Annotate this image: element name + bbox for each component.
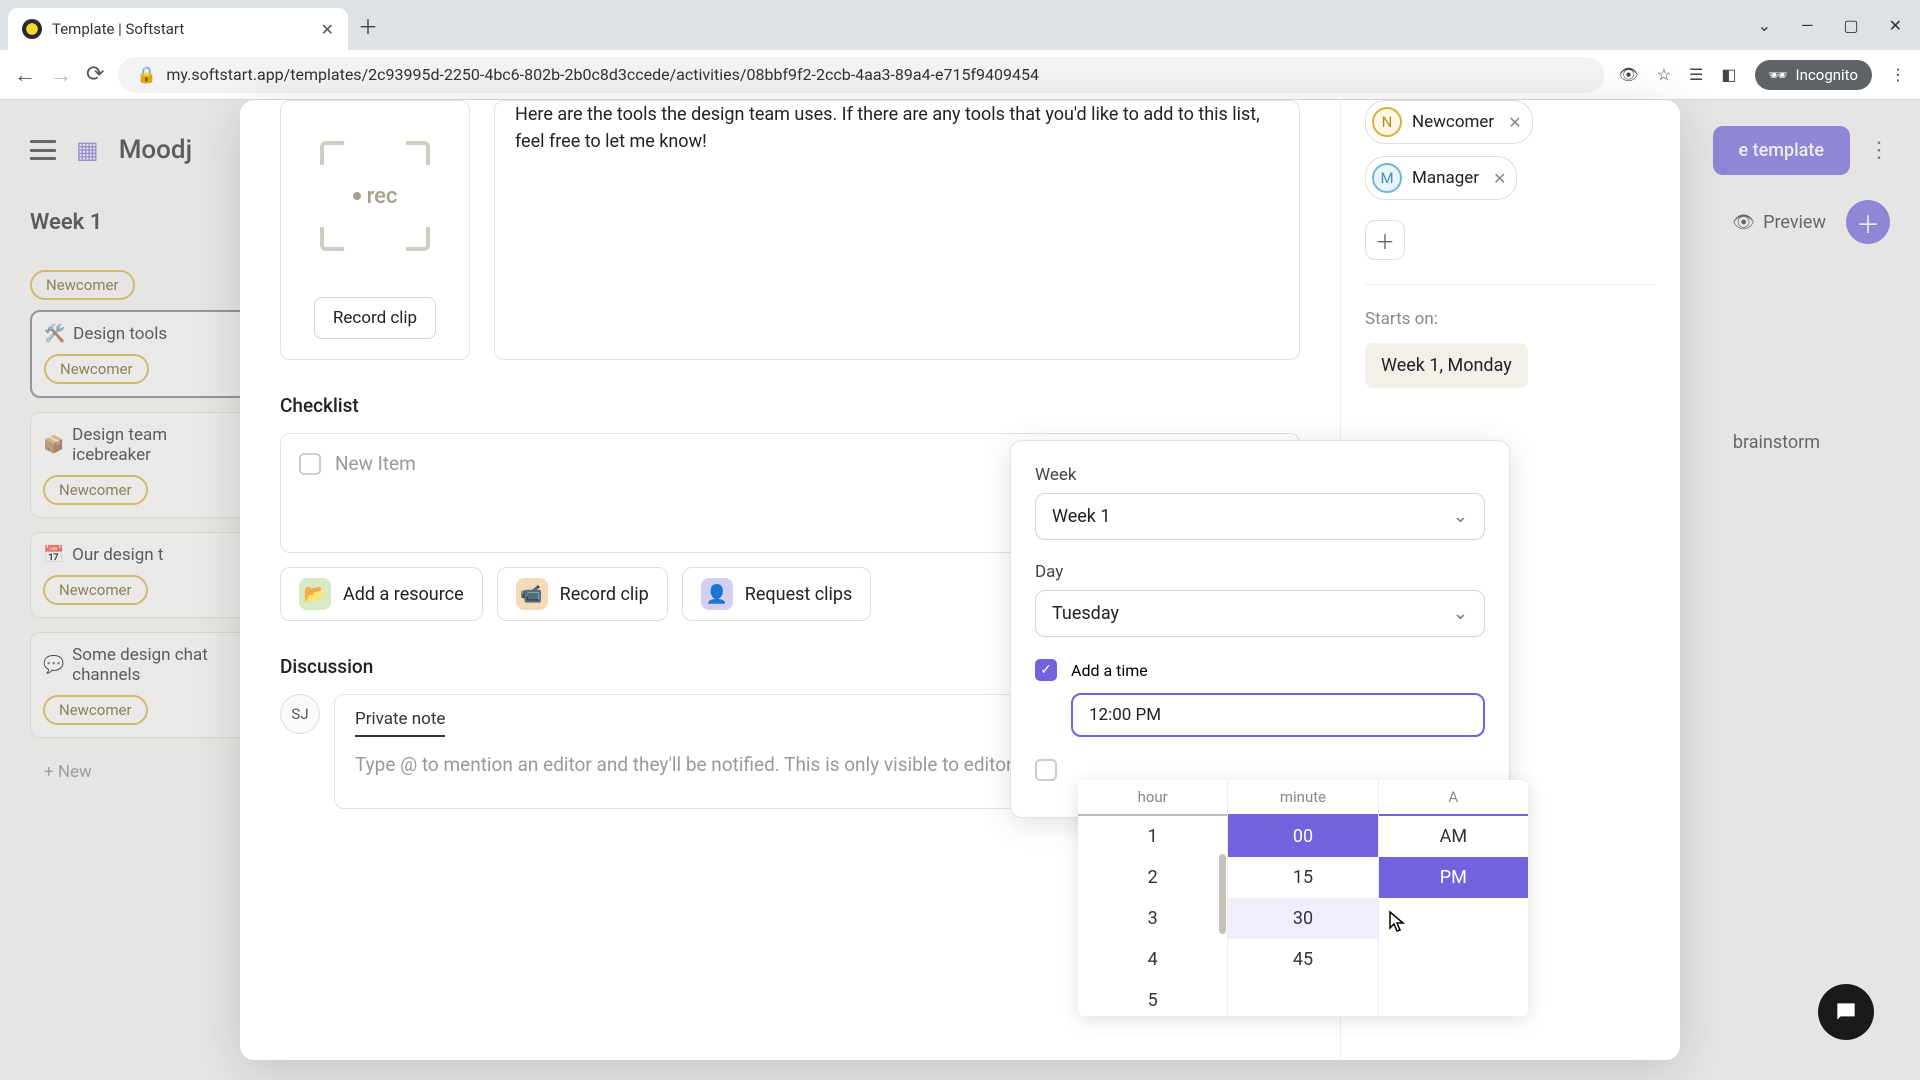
eye-off-icon[interactable]: 👁 — [1618, 65, 1638, 84]
minute-column: minute 00 15 30 45 — [1228, 780, 1378, 1016]
tab-title: Template | Softstart — [52, 20, 311, 38]
incognito-badge[interactable]: 🕶 Incognito — [1755, 60, 1873, 90]
add-role-button[interactable]: ＋ — [1365, 220, 1405, 260]
chevron-down-icon: ⌄ — [1453, 603, 1468, 624]
cursor-icon — [1388, 910, 1408, 934]
description-field[interactable]: Here are the tools the design team uses.… — [494, 100, 1300, 360]
person-icon: 👤 — [701, 578, 733, 610]
hour-option[interactable]: 1 — [1078, 816, 1227, 857]
window-controls: ⌄ ― ▢ ✕ — [1758, 16, 1912, 35]
hour-option[interactable]: 2 — [1078, 857, 1227, 898]
remove-role-icon[interactable]: ✕ — [1508, 113, 1521, 132]
browser-tab[interactable]: Template | Softstart ✕ — [8, 8, 348, 50]
new-item-placeholder[interactable]: New Item — [335, 452, 416, 475]
request-clips-button[interactable]: 👤 Request clips — [682, 567, 872, 621]
avatar: SJ — [280, 694, 320, 734]
ampm-option[interactable]: PM — [1379, 857, 1528, 898]
add-time-row[interactable]: ✓ Add a time — [1035, 659, 1485, 681]
url-bar[interactable]: 🔒 my.softstart.app/templates/2c93995d-22… — [118, 57, 1604, 93]
hour-header: hour — [1078, 780, 1227, 816]
private-note-tab[interactable]: Private note — [355, 709, 445, 737]
role-chip-manager[interactable]: M Manager ✕ — [1365, 156, 1517, 200]
minute-header: minute — [1228, 780, 1377, 816]
browser-toolbar: ← → ⟳ 🔒 my.softstart.app/templates/2c939… — [0, 50, 1920, 100]
hour-option[interactable]: 4 — [1078, 939, 1227, 980]
star-icon[interactable]: ☆ — [1657, 65, 1671, 84]
minute-list[interactable]: 00 15 30 45 — [1228, 816, 1377, 980]
add-time-label: Add a time — [1071, 661, 1148, 680]
maximize-icon[interactable]: ▢ — [1843, 16, 1858, 35]
ampm-option[interactable]: AM — [1379, 816, 1528, 857]
minimize-icon[interactable]: ― — [1801, 16, 1814, 35]
starts-on-label: Starts on: — [1365, 309, 1656, 329]
video-icon: 📹 — [516, 578, 548, 610]
second-check-row[interactable] — [1035, 759, 1485, 781]
forward-button: → — [50, 62, 72, 88]
week-label: Week — [1035, 465, 1485, 485]
hour-option[interactable]: 5 — [1078, 980, 1227, 1016]
browser-menu-icon[interactable]: ⋮ — [1890, 65, 1906, 84]
add-resource-button[interactable]: 📂 Add a resource — [280, 567, 483, 621]
chevron-down-icon[interactable]: ⌄ — [1758, 16, 1771, 35]
hour-column: hour 1 2 3 4 5 — [1078, 780, 1228, 1016]
incognito-icon: 🕶 — [1769, 66, 1788, 84]
scrollbar-thumb[interactable] — [1219, 854, 1226, 934]
ampm-header: A — [1379, 780, 1528, 816]
starts-on-value[interactable]: Week 1, Monday — [1365, 343, 1528, 388]
ampm-column: A AM PM — [1379, 780, 1528, 1016]
record-box: rec Record clip — [280, 100, 470, 360]
ampm-list[interactable]: AM PM — [1379, 816, 1528, 898]
toolbar-icons: 👁 ☆ ☰ ◧ 🕶 Incognito ⋮ — [1618, 60, 1906, 90]
chat-widget[interactable] — [1818, 984, 1874, 1040]
rec-viewfinder-icon: rec — [320, 141, 430, 251]
record-clip-button[interactable]: Record clip — [314, 297, 436, 339]
day-label: Day — [1035, 562, 1485, 582]
checklist-heading: Checklist — [280, 394, 1300, 417]
reading-list-icon[interactable]: ☰ — [1689, 65, 1703, 84]
chevron-down-icon: ⌄ — [1453, 506, 1468, 527]
checkbox[interactable] — [1035, 759, 1057, 781]
checkbox[interactable] — [299, 453, 321, 475]
new-tab-button[interactable]: ＋ — [358, 11, 378, 40]
minute-option[interactable]: 45 — [1228, 939, 1377, 980]
folder-icon: 📂 — [299, 578, 331, 610]
close-window-icon[interactable]: ✕ — [1889, 16, 1902, 35]
week-select[interactable]: Week 1 ⌄ — [1035, 493, 1485, 540]
checkbox-checked[interactable]: ✓ — [1035, 659, 1057, 681]
minute-option[interactable]: 15 — [1228, 857, 1377, 898]
day-select[interactable]: Tuesday ⌄ — [1035, 590, 1485, 637]
role-letter-icon: M — [1372, 163, 1402, 193]
side-panel-icon[interactable]: ◧ — [1721, 65, 1736, 84]
close-tab-icon[interactable]: ✕ — [321, 20, 334, 39]
schedule-popup: Week Week 1 ⌄ Day Tuesday ⌄ ✓ Add a time — [1010, 440, 1510, 818]
time-picker: hour 1 2 3 4 5 minute 00 15 30 45 A AM P… — [1078, 780, 1528, 1016]
favicon — [22, 19, 42, 39]
role-letter-icon: N — [1372, 107, 1402, 137]
time-input[interactable] — [1071, 693, 1485, 737]
incognito-text: Incognito — [1796, 66, 1858, 84]
lock-icon: 🔒 — [136, 65, 156, 84]
hour-list[interactable]: 1 2 3 4 5 — [1078, 816, 1227, 1016]
minute-option[interactable]: 00 — [1228, 816, 1377, 857]
browser-tab-bar: Template | Softstart ✕ ＋ ⌄ ― ▢ ✕ — [0, 0, 1920, 50]
url-text: my.softstart.app/templates/2c93995d-2250… — [166, 65, 1039, 84]
back-button[interactable]: ← — [14, 62, 36, 88]
reload-button[interactable]: ⟳ — [86, 62, 104, 87]
remove-role-icon[interactable]: ✕ — [1493, 169, 1506, 188]
record-clip-chip[interactable]: 📹 Record clip — [497, 567, 668, 621]
minute-option[interactable]: 30 — [1228, 898, 1377, 939]
role-chip-newcomer[interactable]: N Newcomer ✕ — [1365, 100, 1533, 144]
hour-option[interactable]: 3 — [1078, 898, 1227, 939]
